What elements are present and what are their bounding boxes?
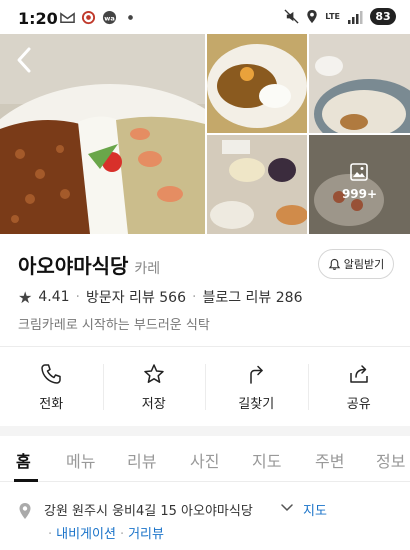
- address-links: · 내비게이션 · 거리뷰: [44, 523, 164, 542]
- record-icon: [81, 10, 96, 25]
- notification-icons: wa: [60, 10, 138, 25]
- place-description: 크림카레로 시작하는 부드러운 식탁: [18, 318, 210, 333]
- place-category: 카레: [134, 261, 161, 277]
- gmail-icon: [60, 12, 75, 23]
- signal-icon: [348, 10, 363, 24]
- image-icon: [350, 163, 368, 181]
- separator-dot: ·: [192, 289, 197, 305]
- tab-reviews[interactable]: 리뷰: [127, 448, 156, 472]
- active-tab-indicator: [14, 479, 38, 482]
- gallery-photo-3[interactable]: [207, 135, 307, 234]
- tab-info[interactable]: 정보: [376, 448, 405, 472]
- call-label: 전화: [39, 396, 64, 412]
- directions-button[interactable]: 길찾기: [205, 348, 308, 426]
- photo-gallery[interactable]: my 999+: [0, 34, 410, 234]
- tab-map[interactable]: 지도: [252, 448, 281, 472]
- street-view-link[interactable]: 거리뷰: [128, 527, 164, 542]
- phone-icon: [41, 363, 61, 384]
- address-text[interactable]: 강원 원주시 웅비4길 15 아오야마식당: [44, 500, 253, 519]
- directions-icon: [250, 365, 263, 384]
- separator-dot: ·: [75, 289, 80, 305]
- star-outline-icon: [144, 363, 164, 383]
- notify-button[interactable]: 알림받기: [318, 249, 394, 279]
- back-arrow-icon[interactable]: [12, 46, 36, 74]
- tab-photos[interactable]: 사진: [190, 448, 219, 472]
- gallery-photo-more[interactable]: 999+: [309, 135, 410, 234]
- gallery-photo-1[interactable]: [207, 34, 307, 133]
- blog-reviews-link[interactable]: 블로그 리뷰 286: [202, 287, 302, 307]
- more-photos-overlay: [309, 135, 410, 234]
- main-photo[interactable]: [0, 34, 205, 234]
- status-bar: 1:20 wa LTE 83: [0, 0, 410, 34]
- tab-home[interactable]: 홈: [16, 448, 31, 472]
- more-photos-count: 999+: [341, 187, 378, 201]
- curry-bowl-image: [207, 34, 307, 133]
- share-label: 공유: [346, 396, 371, 412]
- action-bar: 전화 저장 길찾기 공유: [0, 348, 410, 426]
- share-icon: [350, 364, 368, 383]
- navigation-link[interactable]: 내비게이션: [56, 527, 116, 542]
- bell-icon: [328, 258, 341, 270]
- lte-indicator: LTE: [325, 11, 340, 21]
- save-label: 저장: [141, 396, 166, 412]
- location-pin-icon: [19, 503, 31, 519]
- tab-menu[interactable]: 메뉴: [66, 448, 95, 472]
- review-stats: ★ 4.41 · 방문자 리뷰 566 · 블로그 리뷰 286: [18, 287, 302, 307]
- wa-icon: wa: [102, 10, 117, 25]
- set-meal-image: [207, 135, 307, 234]
- place-header: 아오야마식당 카레: [18, 250, 160, 279]
- directions-label: 길찾기: [238, 396, 275, 412]
- dot-icon: [128, 15, 133, 20]
- map-link[interactable]: 지도: [303, 500, 327, 519]
- status-time: 1:20: [18, 9, 58, 28]
- gallery-photo-2[interactable]: my: [309, 34, 410, 133]
- separator-dot: ·: [119, 527, 125, 542]
- chevron-down-icon[interactable]: [280, 503, 294, 513]
- call-button[interactable]: 전화: [0, 348, 103, 426]
- visitor-reviews-link[interactable]: 방문자 리뷰 566: [86, 287, 186, 307]
- divider: [0, 346, 410, 347]
- system-icons: LTE 83: [284, 8, 396, 25]
- mute-icon: [284, 9, 299, 24]
- location-icon: [307, 9, 317, 24]
- rating-star-icon: ★: [18, 287, 33, 307]
- save-button[interactable]: 저장: [102, 348, 206, 426]
- tab-nearby[interactable]: 주변: [315, 448, 344, 472]
- svg-text:wa: wa: [104, 14, 114, 22]
- battery-indicator: 83: [370, 8, 396, 25]
- side-dish-image: [309, 34, 410, 133]
- share-button[interactable]: 공유: [307, 348, 410, 426]
- tab-bar: 홈 메뉴 리뷰 사진 지도 주변 정보: [0, 436, 410, 482]
- place-name: 아오야마식당: [18, 254, 129, 278]
- section-divider: [0, 426, 410, 436]
- notify-label: 알림받기: [343, 258, 385, 271]
- rating-value: 4.41: [38, 289, 70, 305]
- separator-dot: ·: [48, 527, 53, 542]
